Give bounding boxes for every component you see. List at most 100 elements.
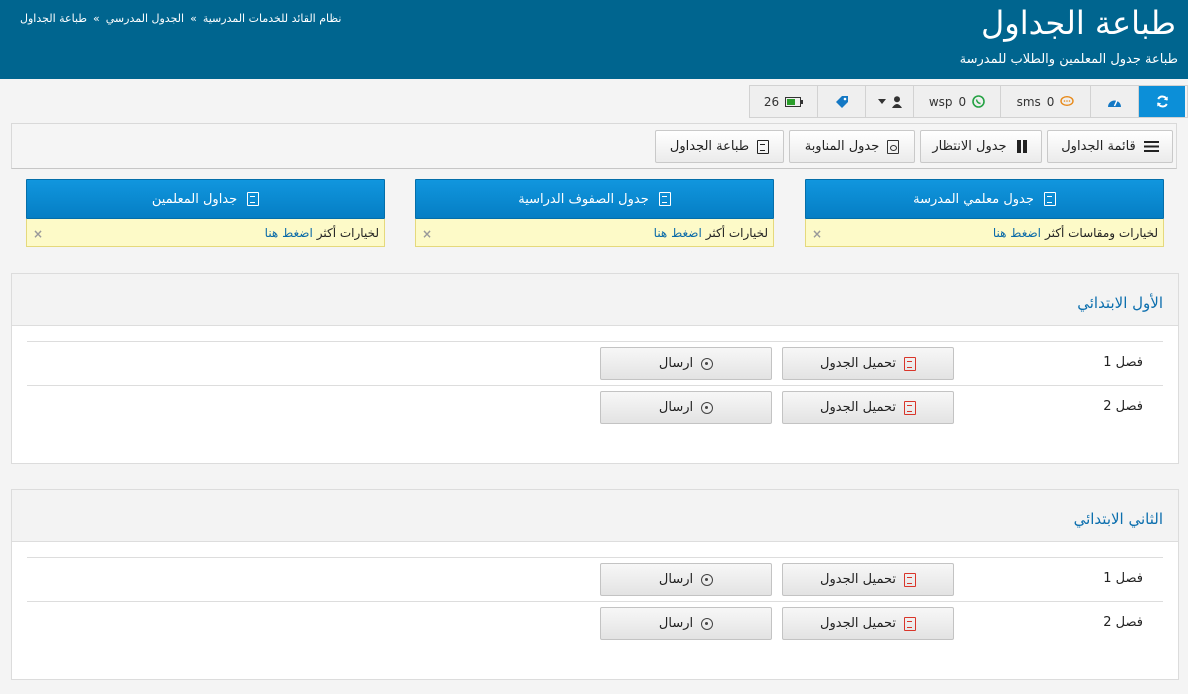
download-label: تحميل الجدول xyxy=(820,356,896,371)
send-label: ارسال xyxy=(658,356,694,371)
tab-print-schedules[interactable]: طباعة الجداول xyxy=(655,130,784,163)
tab-waiting-schedule[interactable]: جدول الانتظار xyxy=(920,130,1042,163)
download-label: تحميل الجدول xyxy=(820,400,896,415)
note-text: لخيارات أكثر xyxy=(705,225,768,240)
class-schedules-button[interactable]: جدول الصفوف الدراسية xyxy=(415,179,774,219)
note-text: لخيارات أكثر xyxy=(316,225,379,240)
class-row: فصل 1 تحميل الجدول ارسال xyxy=(27,557,1163,601)
page-title: طباعة الجداول xyxy=(981,4,1176,42)
class-row: فصل 1 تحميل الجدول ارسال xyxy=(27,341,1163,385)
download-schedule-button[interactable]: تحميل الجدول xyxy=(782,391,954,424)
sms-label: sms xyxy=(1016,94,1041,109)
user-menu-button[interactable] xyxy=(866,86,914,117)
whatsapp-icon xyxy=(701,357,714,370)
sms-count: 0 xyxy=(1046,94,1055,109)
options-note: لخيارات أكثر اضغط هنا × xyxy=(415,219,774,247)
class-label: فصل 1 xyxy=(1103,355,1143,370)
close-icon[interactable]: × xyxy=(422,227,432,241)
tab-schedules-list[interactable]: قائمة الجداول xyxy=(1047,130,1173,163)
pdf-icon xyxy=(247,192,260,206)
pdf-icon xyxy=(903,572,916,587)
top-toolbar: 26 wsp 0 sms 0 xyxy=(749,85,1188,118)
tab-label: جدول الانتظار xyxy=(932,139,1007,154)
breadcrumb-item-schedule[interactable]: الجدول المدرسي xyxy=(106,12,184,25)
wsp-count: 0 xyxy=(958,94,967,109)
send-label: ارسال xyxy=(658,616,694,631)
battery-icon xyxy=(785,96,804,107)
more-options-link[interactable]: اضغط هنا xyxy=(654,226,702,240)
section-title: الأول الابتدائي xyxy=(1077,294,1163,312)
shield-doc-icon xyxy=(887,139,900,154)
whatsapp-icon xyxy=(701,573,714,586)
breadcrumb-separator: » xyxy=(190,12,197,25)
class-label: فصل 2 xyxy=(1103,615,1143,630)
download-label: تحميل الجدول xyxy=(820,616,896,631)
pause-icon xyxy=(1015,140,1030,153)
pdf-icon xyxy=(1043,192,1056,206)
whatsapp-icon xyxy=(972,95,985,108)
refresh-icon xyxy=(1156,95,1168,108)
list-icon xyxy=(1143,140,1159,153)
class-row: فصل 2 تحميل الجدول ارسال xyxy=(27,601,1163,645)
options-note: لخيارات أكثر اضغط هنا × xyxy=(26,219,385,247)
send-button[interactable]: ارسال xyxy=(600,391,772,424)
more-options-link[interactable]: اضغط هنا xyxy=(265,226,313,240)
teachers-schedules-button[interactable]: جداول المعلمين xyxy=(26,179,385,219)
tab-label: جدول المناوبة xyxy=(804,139,880,154)
send-label: ارسال xyxy=(658,400,694,415)
dashboard-icon xyxy=(1108,99,1121,107)
chat-bubble-icon xyxy=(1060,95,1075,106)
section-header: الأول الابتدائي xyxy=(12,274,1178,326)
class-label: فصل 1 xyxy=(1103,571,1143,586)
close-icon[interactable]: × xyxy=(812,227,822,241)
download-label: تحميل الجدول xyxy=(820,572,896,587)
section-title: الثاني الابتدائي xyxy=(1073,510,1163,528)
card-teachers-schedules: جداول المعلمين لخيارات أكثر اضغط هنا × xyxy=(26,179,385,247)
download-schedule-button[interactable]: تحميل الجدول xyxy=(782,607,954,640)
card-button-label: جدول الصفوف الدراسية xyxy=(518,191,649,207)
download-schedule-button[interactable]: تحميل الجدول xyxy=(782,563,954,596)
breadcrumb: نظام القائد للخدمات المدرسية » الجدول ال… xyxy=(20,12,341,25)
send-button[interactable]: ارسال xyxy=(600,347,772,380)
send-button[interactable]: ارسال xyxy=(600,563,772,596)
pdf-icon xyxy=(757,139,770,154)
pdf-icon xyxy=(903,400,916,415)
close-icon[interactable]: × xyxy=(33,227,43,241)
whatsapp-icon xyxy=(701,401,714,414)
card-button-label: جداول المعلمين xyxy=(151,191,238,207)
breadcrumb-item-home[interactable]: نظام القائد للخدمات المدرسية xyxy=(203,12,342,25)
note-text: لخيارات ومقاسات أكثر xyxy=(1045,225,1158,240)
battery-count: 26 xyxy=(763,94,780,109)
pdf-icon xyxy=(903,616,916,631)
wsp-counter[interactable]: wsp 0 xyxy=(914,86,1001,117)
breadcrumb-item-current: طباعة الجداول xyxy=(20,12,88,25)
chevron-down-icon xyxy=(877,98,886,104)
pdf-icon xyxy=(903,356,916,371)
whatsapp-icon xyxy=(701,617,714,630)
sms-counter[interactable]: sms 0 xyxy=(1001,86,1091,117)
wsp-label: wsp xyxy=(928,94,953,109)
download-schedule-button[interactable]: تحميل الجدول xyxy=(782,347,954,380)
page-header: نظام القائد للخدمات المدرسية » الجدول ال… xyxy=(0,0,1188,79)
tab-label: قائمة الجداول xyxy=(1061,139,1136,154)
pdf-icon xyxy=(658,192,671,206)
battery-status[interactable]: 26 xyxy=(750,86,818,117)
breadcrumb-separator: » xyxy=(93,12,100,25)
send-label: ارسال xyxy=(658,572,694,587)
grade-section: الثاني الابتدائي فصل 1 تحميل الجدول ارسا… xyxy=(11,489,1179,680)
tab-label: طباعة الجداول xyxy=(669,139,750,154)
user-icon xyxy=(891,95,902,108)
send-button[interactable]: ارسال xyxy=(600,607,772,640)
tag-icon xyxy=(835,95,848,108)
tab-duty-schedule[interactable]: جدول المناوبة xyxy=(789,130,915,163)
tabs-bar: قائمة الجداول جدول الانتظار جدول المناوب… xyxy=(11,123,1177,169)
refresh-button[interactable] xyxy=(1139,86,1185,117)
dashboard-button[interactable] xyxy=(1091,86,1139,117)
tag-button[interactable] xyxy=(818,86,866,117)
class-label: فصل 2 xyxy=(1103,399,1143,414)
page-subtitle: طباعة جدول المعلمين والطلاب للمدرسة xyxy=(959,52,1178,67)
more-options-link[interactable]: اضغط هنا xyxy=(993,226,1041,240)
school-teachers-schedule-button[interactable]: جدول معلمي المدرسة xyxy=(805,179,1164,219)
grade-section: الأول الابتدائي فصل 1 تحميل الجدول ارسال… xyxy=(11,273,1179,464)
section-header: الثاني الابتدائي xyxy=(12,490,1178,542)
